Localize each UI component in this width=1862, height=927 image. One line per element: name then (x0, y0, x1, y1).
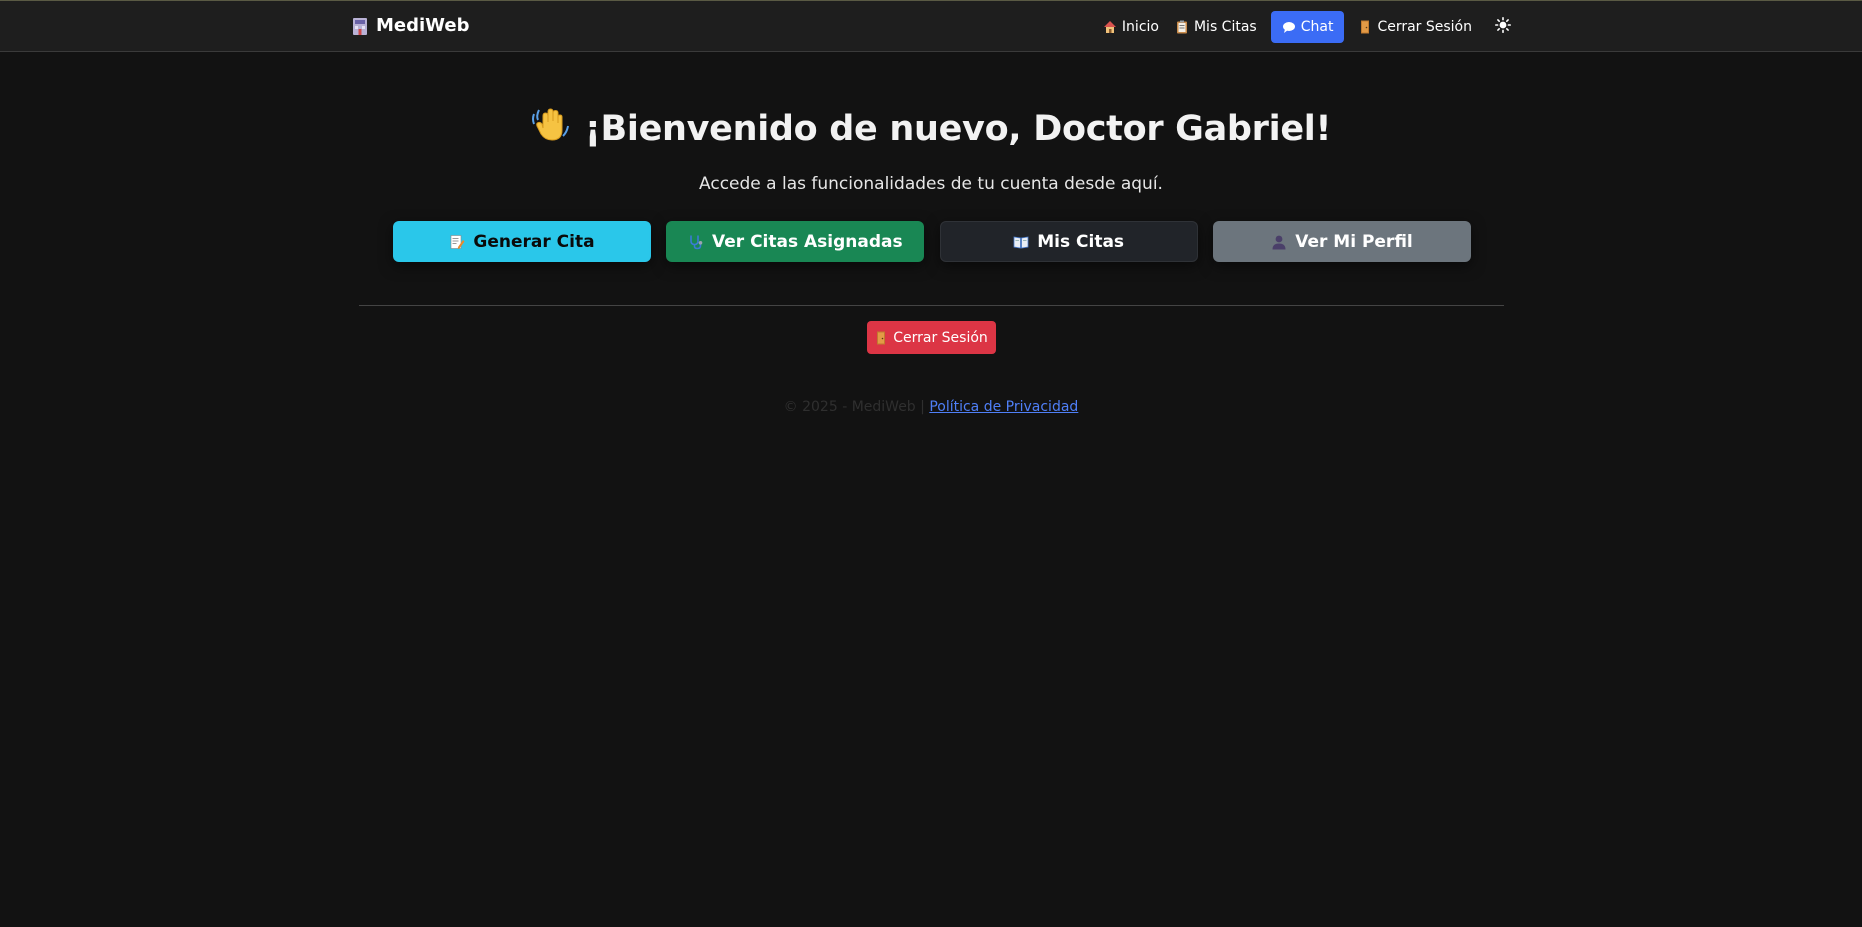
logout-button[interactable]: Cerrar Sesión (867, 321, 996, 354)
page-title: ¡Bienvenido de nuevo, Doctor Gabriel! (0, 106, 1862, 153)
button-label: Mis Citas (1037, 231, 1125, 252)
copyright-text: © 2025 - MediWeb | (783, 399, 930, 415)
nav-link-label: Inicio (1121, 19, 1159, 35)
generar-cita-button[interactable]: Generar Cita (393, 221, 651, 262)
speech-bubble-icon (1282, 20, 1296, 34)
logout-label: Cerrar Sesión (893, 329, 988, 346)
nav-link-cerrar-sesion[interactable]: Cerrar Sesión (1350, 11, 1480, 43)
user-icon (1271, 234, 1287, 250)
button-label: Ver Citas Asignadas (712, 231, 903, 252)
nav-link-chat[interactable]: Chat (1270, 11, 1345, 43)
brand-name: MediWeb (376, 15, 470, 36)
door-icon (875, 331, 887, 345)
stethoscope-icon (688, 234, 704, 250)
footer: © 2025 - MediWeb | Política de Privacida… (0, 399, 1862, 415)
brand[interactable]: MediWeb (352, 15, 469, 36)
button-label: Ver Mi Perfil (1295, 231, 1413, 252)
nav-link-label: Chat (1300, 19, 1334, 35)
button-label: Generar Cita (473, 231, 595, 252)
theme-toggle-button[interactable] (1494, 17, 1512, 37)
privacy-policy-link[interactable]: Política de Privacidad (929, 399, 1078, 415)
welcome-text: ¡Bienvenido de nuevo, Doctor Gabriel! (584, 109, 1332, 149)
house-icon (1103, 20, 1117, 34)
nav-link-label: Cerrar Sesión (1377, 19, 1472, 35)
divider (359, 305, 1504, 306)
mis-citas-button[interactable]: Mis Citas (939, 221, 1198, 262)
nav-links: Inicio Mis Citas Chat Cerrar Sesión (1095, 11, 1512, 43)
clipboard-icon (1175, 20, 1189, 34)
memo-icon (449, 234, 465, 250)
nav-link-inicio[interactable]: Inicio (1095, 11, 1167, 43)
ver-citas-asignadas-button[interactable]: Ver Citas Asignadas (666, 221, 925, 262)
hospital-icon (352, 16, 368, 36)
open-book-icon (1013, 234, 1029, 250)
action-buttons: Generar Cita Ver Citas Asignadas Mis Cit… (393, 221, 1471, 262)
sun-icon (1495, 17, 1511, 37)
waving-hand-icon (531, 106, 571, 153)
nav-link-label: Mis Citas (1193, 19, 1257, 35)
subtitle: Accede a las funcionalidades de tu cuent… (699, 174, 1163, 194)
ver-mi-perfil-button[interactable]: Ver Mi Perfil (1212, 221, 1471, 262)
door-icon (1358, 20, 1372, 34)
navbar: MediWeb Inicio Mis Citas Chat Cerrar Ses… (0, 0, 1862, 52)
nav-link-mis-citas[interactable]: Mis Citas (1167, 11, 1265, 43)
